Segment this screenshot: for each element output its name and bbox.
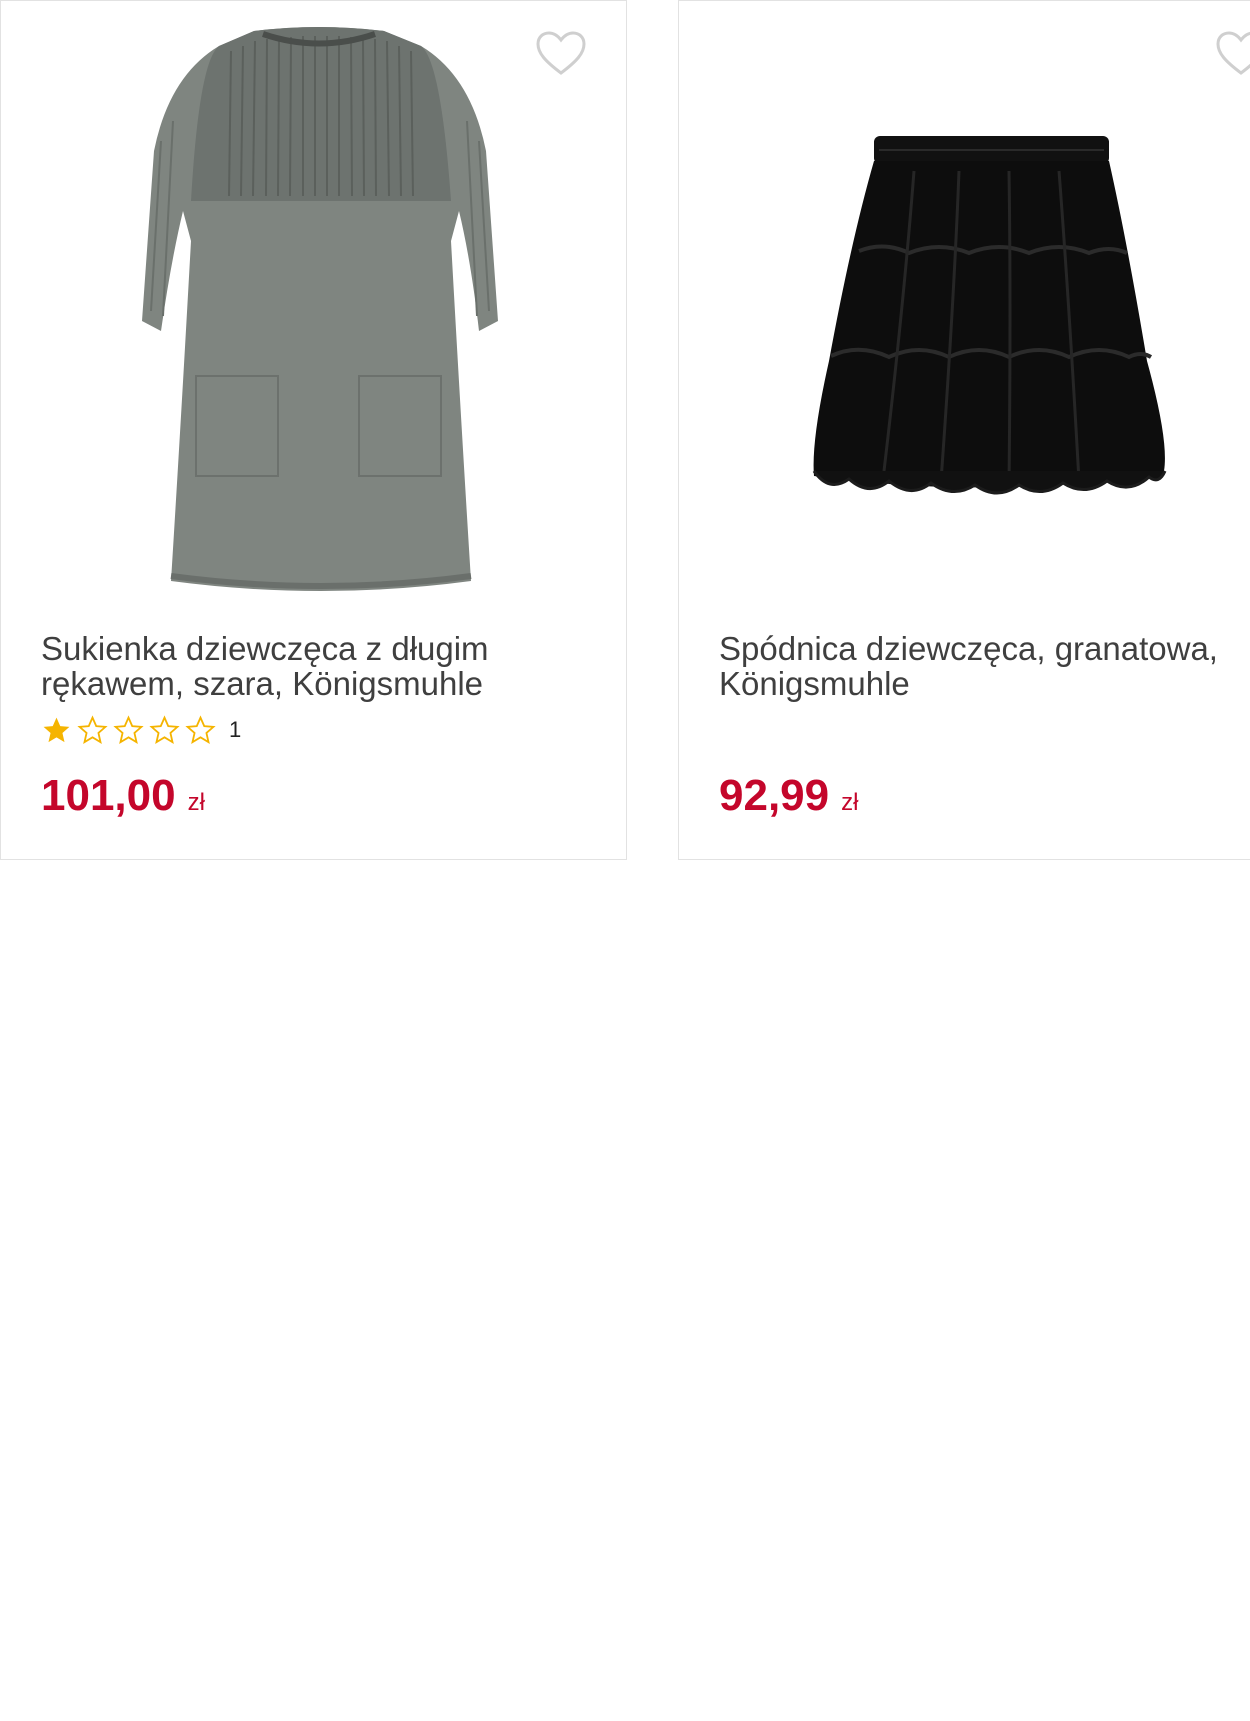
star-empty-icon: [113, 714, 144, 744]
product-price: 92,99 zł: [719, 771, 858, 828]
product-card[interactable]: Spódnica dziewczęca, granatowa, Königsmu…: [678, 0, 1250, 860]
product-title[interactable]: Spódnica dziewczęca, granatowa, Königsmu…: [719, 631, 1249, 701]
product-title[interactable]: Sukienka dziewczęca z długim rękawem, sz…: [41, 631, 581, 701]
price-currency: zł: [841, 789, 859, 816]
price-currency: zł: [187, 789, 205, 816]
price-value: 101,00: [41, 771, 176, 820]
price-value: 92,99: [719, 771, 830, 820]
star-rating: 1: [41, 713, 241, 747]
product-image-dress[interactable]: [1, 1, 626, 611]
grey-knit-dress-image: [142, 27, 498, 591]
black-tulle-skirt-image: [812, 136, 1167, 495]
favorite-heart-icon[interactable]: [535, 31, 587, 77]
product-card[interactable]: Sukienka dziewczęca z długim rękawem, sz…: [0, 0, 627, 860]
product-image-skirt[interactable]: [679, 1, 1250, 611]
product-price: 101,00 zł: [41, 771, 205, 828]
star-filled-icon: [43, 717, 70, 742]
star-empty-icon: [149, 714, 180, 744]
rating-count: 1: [229, 717, 242, 742]
star-empty-icon: [77, 714, 108, 744]
favorite-heart-icon[interactable]: [1215, 31, 1250, 77]
star-empty-icon: [185, 714, 216, 744]
